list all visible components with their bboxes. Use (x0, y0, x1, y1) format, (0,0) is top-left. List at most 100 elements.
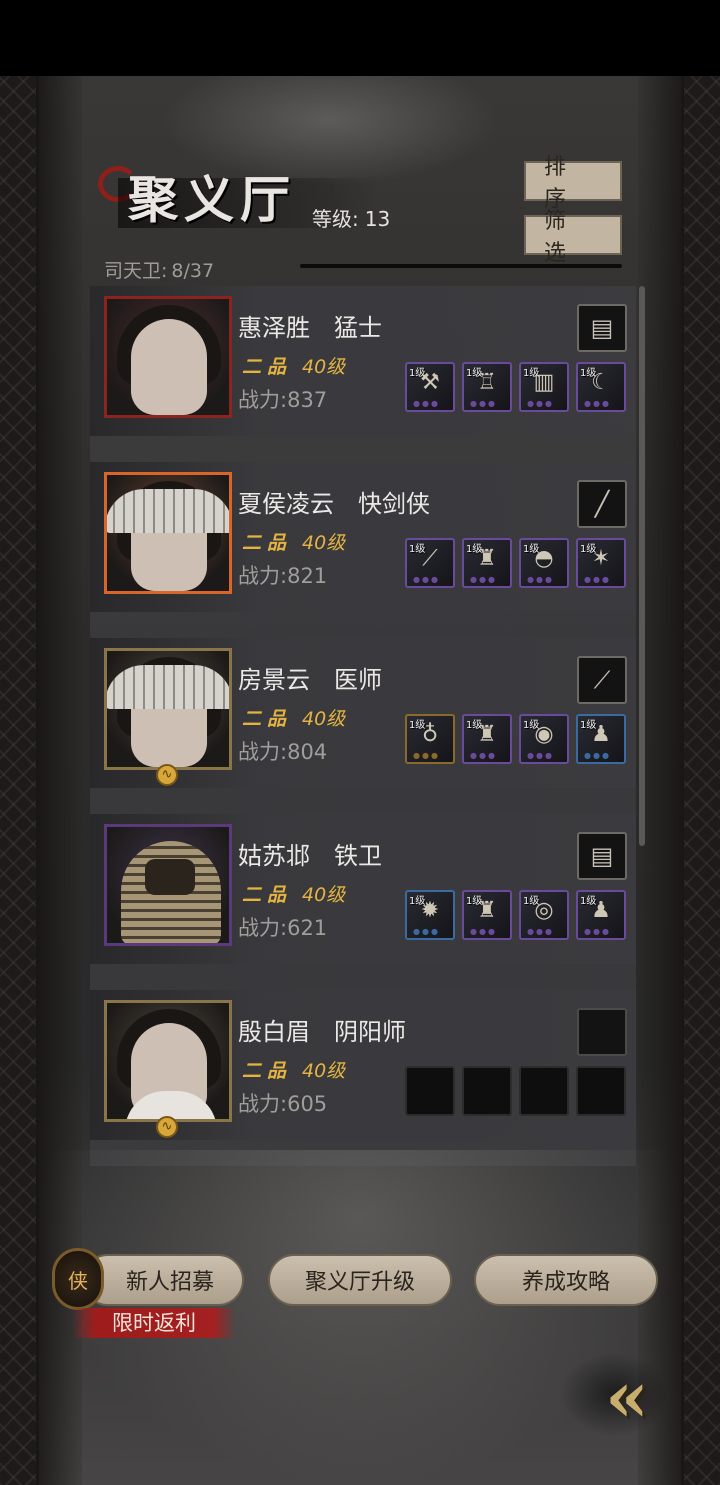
hero-row[interactable]: 夏侯凌云 快剑侠 二品 40级 战力:821 ╱ 1级 ⟋ ●●● 1级 ♜ ●●● 1级 ◓ ●●● 1级 ✶… (90, 462, 636, 612)
blade-icon: ⟋ (422, 546, 438, 571)
limited-rebate-tag[interactable]: 限时返利 (72, 1308, 236, 1338)
hero-row[interactable]: ∿ 房景云 医师 二品 40级 战力:804 ⟋ 1级 ♁ ●●● 1级 ♜ ●●● 1级 ◉ ●●● 1级 ♟ ●… (90, 638, 636, 788)
equipment-slot[interactable] (576, 1066, 626, 1116)
hero-class: 猛士 (334, 314, 382, 342)
equipment-slot[interactable]: 1级 ⟋ ●●● (405, 538, 455, 588)
hero-power: 战力:621 (238, 912, 327, 942)
equipment-slot[interactable]: 1级 ♜ ●●● (462, 538, 512, 588)
hero-portrait[interactable] (104, 824, 232, 946)
comb-icon: ▤ (590, 314, 614, 342)
equipment-slot[interactable]: 1级 ☾ ●●● (576, 362, 626, 412)
trinket-icon: ✶ (591, 546, 611, 571)
face-shape (131, 319, 207, 415)
hero-row[interactable]: 姑苏邶 铁卫 二品 40级 战力:621 ▤ 1级 ✹ ●●● 1级 ♜ ●●● 1级 ◎ ●●● 1级 ♟ ●●… (90, 814, 636, 964)
equipment-slot[interactable]: 1级 ⚒ ●●● (405, 362, 455, 412)
list-scrollbar[interactable] (639, 286, 645, 846)
equipment-slot[interactable] (519, 1066, 569, 1116)
hero-portrait[interactable] (104, 648, 232, 770)
equipment-slot[interactable] (405, 1066, 455, 1116)
hero-power-value: 605 (287, 1092, 328, 1116)
recruit-button[interactable]: 新人招募 (82, 1254, 244, 1306)
hall-level-value: 13 (364, 207, 391, 231)
hero-power-value: 821 (287, 564, 328, 588)
equipment-slot[interactable]: 1级 ♟ ●●● (576, 890, 626, 940)
hero-portrait[interactable] (104, 1000, 232, 1122)
bracer-icon: ▥ (533, 370, 555, 395)
equipment-slot[interactable]: 1级 ✹ ●●● (405, 890, 455, 940)
hero-level: 40级 (302, 708, 346, 730)
hall-upgrade-button[interactable]: 聚义厅升级 (268, 1254, 452, 1306)
gem-sockets-icon: ●●● (413, 927, 440, 936)
gem-sockets-icon: ●●● (527, 927, 554, 936)
armor-visor (145, 859, 195, 895)
row-separator (90, 788, 636, 814)
row-separator (90, 612, 636, 638)
hero-class: 医师 (334, 666, 382, 694)
robe-icon: ♖ (477, 370, 497, 395)
equipment-slot[interactable]: 1级 ♟ ●●● (576, 714, 626, 764)
equipment-slots (405, 1066, 627, 1116)
row-separator (90, 436, 636, 462)
hero-power-label: 战力: (238, 916, 288, 940)
equipment-slot[interactable]: 1级 ♖ ●●● (462, 362, 512, 412)
gem-sockets-icon: ●●● (470, 399, 497, 408)
equipment-slot[interactable]: 1级 ♜ ●●● (462, 890, 512, 940)
equipment-slot[interactable] (462, 1066, 512, 1116)
equipment-slots: 1级 ⟋ ●●● 1级 ♜ ●●● 1级 ◓ ●●● 1级 ✶ ●●● (405, 538, 627, 588)
equipment-slot[interactable]: 1级 ♁ ●●● (405, 714, 455, 764)
straw-hat-shape (107, 489, 229, 533)
status-bar-area (0, 0, 720, 76)
hero-level: 40级 (302, 1060, 346, 1082)
hero-power-label: 战力: (238, 1092, 288, 1116)
equipment-slot[interactable]: 1级 ▥ ●●● (519, 362, 569, 412)
hero-name: 姑苏邶 (238, 842, 310, 870)
hero-rank: 二品 (242, 884, 293, 906)
gem-sockets-icon: ●●● (527, 399, 554, 408)
hero-power: 战力:821 (238, 560, 327, 590)
hero-power-value: 837 (287, 388, 328, 412)
weapon-slot[interactable]: ▤ (577, 304, 627, 352)
hero-portrait[interactable] (104, 296, 232, 418)
hero-portrait[interactable] (104, 472, 232, 594)
back-arrow-icon[interactable]: « (566, 1355, 666, 1438)
equipment-slots: 1级 ♁ ●●● 1级 ♜ ●●● 1级 ◉ ●●● 1级 ♟ ●●● (405, 714, 627, 764)
sort-button[interactable]: 排序 (524, 155, 622, 212)
hero-power-label: 战力: (238, 564, 288, 588)
sword-icon: ╱ (594, 490, 610, 518)
gem-sockets-icon: ●●● (470, 927, 497, 936)
growth-guide-button[interactable]: 养成攻略 (474, 1254, 658, 1306)
gem-sockets-icon: ●●● (470, 575, 497, 584)
equipment-slot[interactable]: 1级 ♜ ●●● (462, 714, 512, 764)
armor-icon: ♜ (477, 722, 497, 747)
header-divider (300, 264, 622, 268)
hero-name: 惠泽胜 (238, 314, 310, 342)
hall-level-label: 等级: (312, 207, 359, 231)
gem-sockets-icon: ●●● (470, 751, 497, 760)
hero-list[interactable]: 惠泽胜 猛士 二品 40级 战力:837 ▤ 1级 ⚒ ●●● 1级 ♖ ●●● 1级 ▥ ●●● 1级 ☾ ●●… (90, 286, 636, 1166)
hero-name: 殷白眉 (238, 1018, 310, 1046)
mace-icon: ⚒ (420, 370, 440, 395)
equipment-slot[interactable]: 1级 ✶ ●●● (576, 538, 626, 588)
equipment-slot[interactable]: 1级 ◎ ●●● (519, 890, 569, 940)
equipment-slot[interactable]: 1级 ◉ ●●● (519, 714, 569, 764)
hero-power: 战力:804 (238, 736, 327, 766)
hero-row[interactable]: 惠泽胜 猛士 二品 40级 战力:837 ▤ 1级 ⚒ ●●● 1级 ♖ ●●● 1级 ▥ ●●● 1级 ☾ ●●… (90, 286, 636, 436)
gem-sockets-icon: ●●● (413, 575, 440, 584)
weapon-slot[interactable]: ⟋ (577, 656, 627, 704)
weapon-slot[interactable]: ╱ (577, 480, 627, 528)
weapon-slot[interactable] (577, 1008, 627, 1056)
filter-button[interactable]: 筛选 (524, 209, 622, 266)
hero-name-line: 殷白眉 阴阳师 (238, 1012, 406, 1047)
page-title: 聚义厅 (128, 170, 296, 229)
gem-sockets-icon: ●●● (584, 575, 611, 584)
hero-power: 战力:605 (238, 1088, 327, 1118)
weapon-slot[interactable]: ▤ (577, 832, 627, 880)
hero-level: 40级 (302, 532, 346, 554)
hero-name: 房景云 (238, 666, 310, 694)
equipment-slot[interactable]: 1级 ◓ ●●● (519, 538, 569, 588)
recruit-badge-icon[interactable]: 侠 (52, 1248, 104, 1310)
pouch-icon: ♟ (591, 722, 611, 747)
gem-sockets-icon: ●●● (527, 751, 554, 760)
hero-row[interactable]: ∿ 殷白眉 阴阳师 二品 40级 战力:605 (90, 990, 636, 1140)
orb-icon: ◉ (534, 722, 554, 747)
